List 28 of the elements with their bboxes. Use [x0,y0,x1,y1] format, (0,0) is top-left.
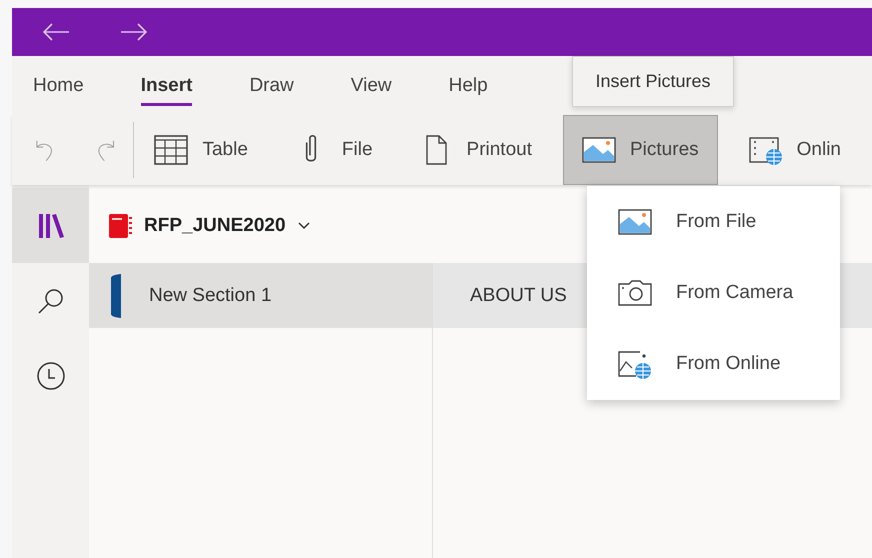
clock-icon [36,360,66,390]
menu-item[interactable]: From Camera [587,257,840,328]
menu-item[interactable]: From File [587,186,840,257]
table-icon [154,135,188,165]
back-arrow-icon[interactable] [41,22,71,42]
online-video-icon [748,135,783,165]
online-button[interactable]: Onlin [734,115,856,185]
notebooks-rail-item[interactable] [12,188,89,263]
online-image-icon [618,348,652,378]
image-icon [618,206,652,236]
forward-arrow-icon[interactable] [119,22,149,42]
chevron-down-icon [298,222,310,230]
tooltip: Insert Pictures [572,56,734,107]
ribbon-tab[interactable]: View [350,68,392,106]
ribbon-tab[interactable]: Home [33,68,84,106]
file-button[interactable]: File [278,115,388,185]
printout-button[interactable]: Printout [404,115,547,185]
ribbon-tab[interactable]: Draw [249,68,294,106]
notebook-selector[interactable]: RFP_JUNE2020 [89,188,310,263]
menu-item[interactable]: From Online [587,328,840,399]
ribbon-tab[interactable]: Insert [140,68,192,106]
image-icon [582,135,616,165]
ribbon-tab[interactable]: Help [448,68,488,106]
table-button[interactable]: Table [139,115,263,185]
pictures-button[interactable]: Pictures [563,115,718,185]
section-item[interactable]: New Section 1 [89,263,432,328]
camera-icon [618,278,652,308]
notebook-icon [108,212,132,238]
